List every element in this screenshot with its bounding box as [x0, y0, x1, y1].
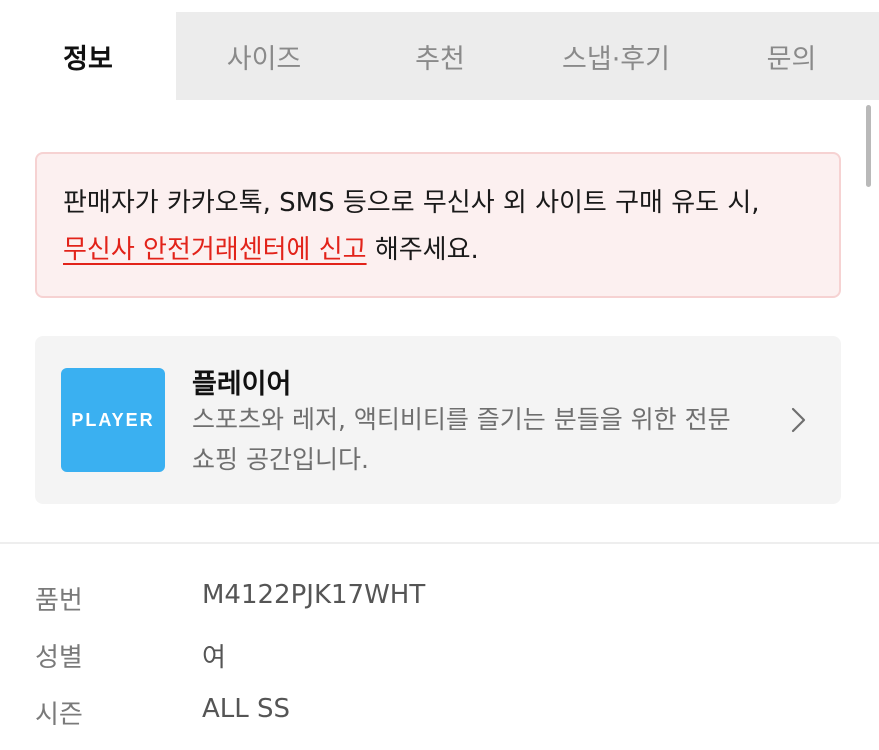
section-divider [0, 542, 879, 544]
tab-bar: 정보 사이즈 추천 스냅·후기 문의 [0, 12, 879, 100]
detail-row-season: 시즌 ALL SS [0, 694, 879, 734]
detail-value: 여 [202, 643, 226, 673]
detail-row-product-code: 품번 M4122PJK17WHT [0, 580, 879, 620]
brand-logo: PLAYER [61, 368, 165, 472]
warning-suffix: 해주세요. [366, 235, 479, 265]
detail-label: 시즌 [35, 700, 83, 730]
detail-value: M4122PJK17WHT [202, 580, 426, 610]
tab-recommend[interactable]: 추천 [352, 12, 528, 100]
brand-description: 스포츠와 레저, 액티비티를 즐기는 분들을 위한 전문 쇼핑 공간입니다. [192, 405, 731, 474]
warning-line-2: 무신사 안전거래센터에 신고 해주세요. [63, 227, 813, 274]
tab-info[interactable]: 정보 [0, 12, 176, 100]
detail-label: 성별 [35, 643, 83, 673]
chevron-right-icon [791, 407, 806, 433]
warning-line-1: 판매자가 카카오톡, SMS 등으로 무신사 외 사이트 구매 유도 시, [63, 188, 760, 218]
scrollbar[interactable] [866, 105, 871, 187]
detail-label: 품번 [35, 586, 83, 616]
tab-snap-review[interactable]: 스냅·후기 [528, 12, 704, 100]
detail-value: ALL SS [202, 694, 291, 724]
tab-inquiry[interactable]: 문의 [704, 12, 879, 100]
brand-name: 플레이어 [192, 369, 292, 400]
product-detail-page: 정보 사이즈 추천 스냅·후기 문의 판매자가 카카오톡, SMS 등으로 무신… [0, 0, 879, 750]
detail-row-gender: 성별 여 [0, 637, 879, 677]
tab-size[interactable]: 사이즈 [176, 12, 352, 100]
brand-card[interactable]: PLAYER 플레이어 스포츠와 레저, 액티비티를 즐기는 분들을 위한 전문… [35, 336, 841, 504]
safe-trade-center-report-link[interactable]: 무신사 안전거래센터에 신고 [63, 235, 367, 265]
safe-trade-warning: 판매자가 카카오톡, SMS 등으로 무신사 외 사이트 구매 유도 시, 무신… [35, 152, 841, 298]
